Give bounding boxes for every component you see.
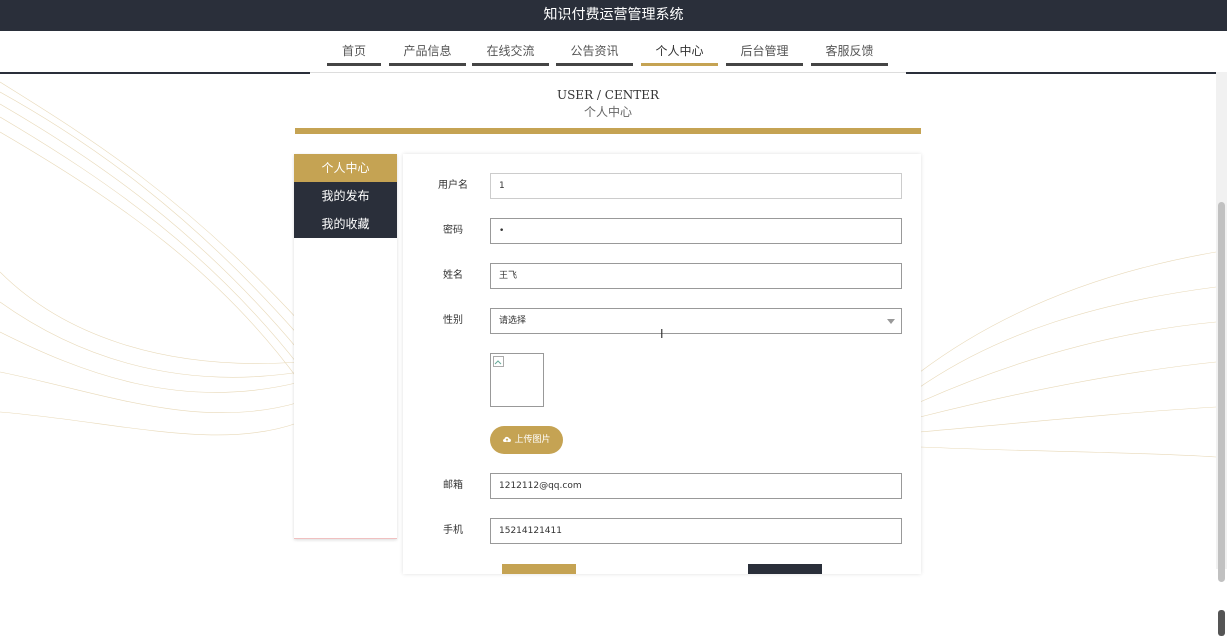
gender-select[interactable]: 请选择 xyxy=(490,308,902,334)
email-input[interactable]: 1212112@qq.com xyxy=(490,473,902,499)
upload-button-label: 上传图片 xyxy=(514,435,551,445)
nav-item-admin[interactable]: 后台管理 xyxy=(726,42,803,66)
scrollbar-bottom-handle[interactable] xyxy=(1218,610,1225,636)
app-title-bar: 知识付费运营管理系统 xyxy=(0,0,1227,31)
heading-english: USER / CENTER xyxy=(556,88,660,102)
nav-item-feedback[interactable]: 客服反馈 xyxy=(811,42,888,66)
sidebar-item-my-posts[interactable]: 我的发布 xyxy=(294,182,397,210)
cloud-upload-icon xyxy=(503,436,512,442)
nav-item-news[interactable]: 公告资讯 xyxy=(556,42,633,66)
broken-image-icon xyxy=(493,356,504,367)
main-nav: 首页 产品信息 在线交流 公告资讯 个人中心 后台管理 客服反馈 xyxy=(0,31,1227,73)
heading-divider xyxy=(295,128,921,134)
page-scrollbar[interactable] xyxy=(1216,72,1227,636)
sidebar-item-favorites[interactable]: 我的收藏 xyxy=(294,210,397,238)
username-label: 用户名 xyxy=(438,180,468,191)
username-input[interactable]: 1 xyxy=(490,173,902,199)
gender-label: 性别 xyxy=(443,315,463,326)
profile-form: 用户名 1 密码 • 姓名 王飞 性别 请选择 上传图片 邮箱 1212112@… xyxy=(403,154,921,574)
name-input[interactable]: 王飞 xyxy=(490,263,902,289)
header-shadow-right xyxy=(906,72,1216,74)
user-sidebar: 个人中心 我的发布 我的收藏 xyxy=(294,154,397,539)
scrollbar-thumb[interactable] xyxy=(1218,202,1225,582)
phone-input[interactable]: 15214121411 xyxy=(490,518,902,544)
email-label: 邮箱 xyxy=(443,480,463,491)
name-label: 姓名 xyxy=(443,270,463,281)
text-cursor-icon: I xyxy=(660,327,664,341)
page-heading: USER / CENTER 个人中心 xyxy=(0,88,1216,120)
gender-select-value: 请选择 xyxy=(499,316,527,326)
nav-item-user-center[interactable]: 个人中心 xyxy=(641,42,718,66)
chevron-down-icon xyxy=(887,319,895,324)
logout-button[interactable] xyxy=(748,564,822,574)
nav-item-home[interactable]: 首页 xyxy=(327,42,381,66)
password-label: 密码 xyxy=(443,225,463,236)
nav-item-products[interactable]: 产品信息 xyxy=(389,42,466,66)
heading-chinese: 个人中心 xyxy=(583,105,632,119)
app-title: 知识付费运营管理系统 xyxy=(543,7,684,23)
avatar-preview xyxy=(490,353,544,407)
header-shadow-left xyxy=(0,72,310,74)
sidebar-item-user-center[interactable]: 个人中心 xyxy=(294,154,397,182)
phone-label: 手机 xyxy=(443,525,463,536)
upload-image-button[interactable]: 上传图片 xyxy=(490,426,563,454)
password-input[interactable]: • xyxy=(490,218,902,244)
update-button[interactable] xyxy=(502,564,576,574)
nav-item-chat[interactable]: 在线交流 xyxy=(472,42,549,66)
